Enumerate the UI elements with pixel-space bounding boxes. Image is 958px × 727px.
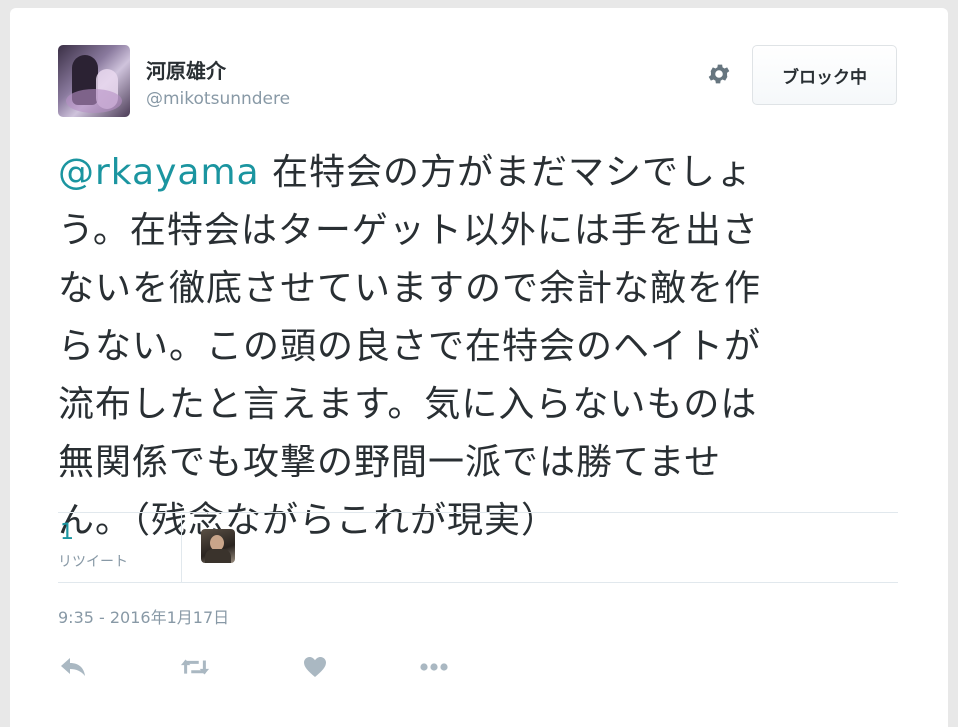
more-icon-svg	[420, 663, 448, 671]
tweet-line-text: 在特会の方がまだマシでしょ	[259, 152, 754, 193]
tweet-text: @rkayama 在特会の方がまだマシでしょ う。在特会はターゲット以外には手を…	[58, 144, 898, 550]
more-icon[interactable]	[419, 652, 449, 682]
stats-separator	[181, 514, 182, 582]
retweeter-avatar-body	[205, 549, 231, 563]
tweet-line: ん。（残念ながらこれが現実）	[58, 500, 559, 541]
avatar-figure	[66, 89, 122, 113]
tweet-timestamp[interactable]: 9:35 - 2016年1月17日	[58, 604, 229, 628]
user-display-name[interactable]: 河原雄介	[146, 55, 226, 84]
like-icon-svg	[304, 657, 326, 677]
user-avatar[interactable]	[58, 45, 130, 117]
retweet-icon-svg	[180, 659, 210, 675]
retweet-icon[interactable]	[180, 652, 210, 682]
tweet-line: 無関係でも攻撃の野間一派では勝てませ	[58, 442, 722, 483]
tweet-card: 河原雄介 @mikotsunndere ブロック中 @rkayama 在特会の方…	[10, 8, 948, 727]
reply-icon[interactable]	[58, 652, 88, 682]
gear-icon[interactable]	[704, 59, 734, 89]
tweet-line: う。在特会はターゲット以外には手を出さ	[58, 210, 759, 251]
retweet-count[interactable]: 1	[60, 520, 74, 545]
like-icon[interactable]	[300, 652, 330, 682]
user-handle[interactable]: @mikotsunndere	[146, 89, 290, 109]
retweet-label[interactable]: リツイート	[58, 551, 128, 571]
reply-icon-svg	[61, 658, 85, 676]
blocked-button[interactable]: ブロック中	[752, 45, 897, 105]
tweet-line: らない。この頭の良さで在特会のヘイトが	[58, 326, 762, 367]
retweeter-avatar[interactable]	[201, 529, 235, 563]
gear-icon-svg	[708, 64, 730, 84]
tweet-line: ないを徹底させていますので余計な敵を作	[58, 268, 762, 309]
divider	[58, 512, 898, 513]
divider	[58, 582, 898, 583]
tweet-line: @rkayama 在特会の方がまだマシでしょ	[58, 144, 898, 202]
tweet-line: 流布したと言えます。気に入らないものは	[58, 384, 758, 425]
mention-link[interactable]: @rkayama	[58, 152, 260, 193]
